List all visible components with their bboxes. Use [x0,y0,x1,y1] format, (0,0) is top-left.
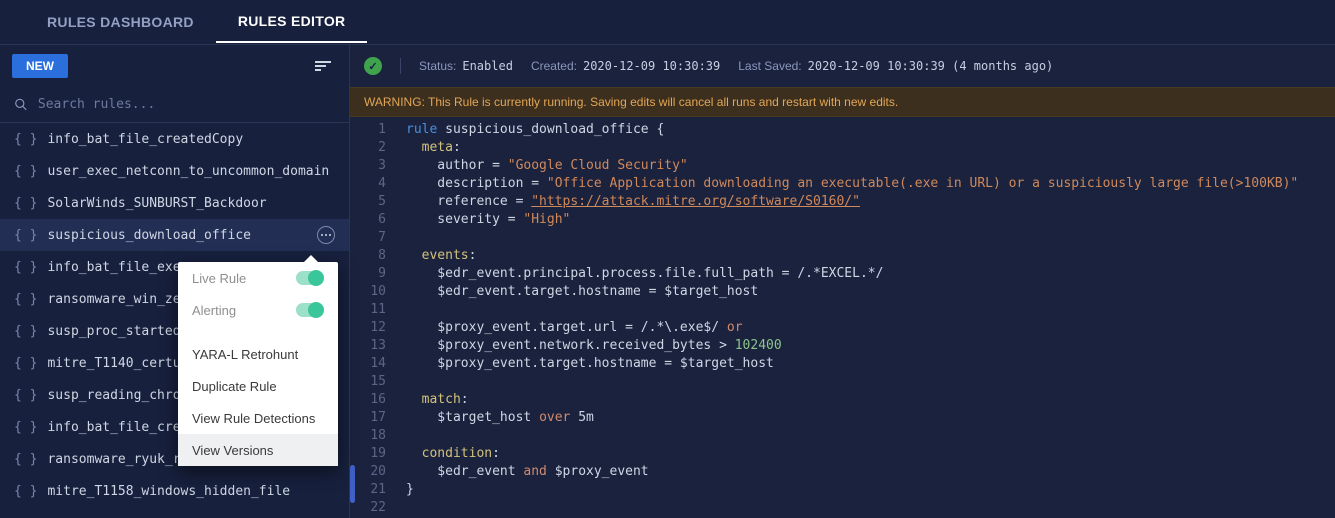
code-text[interactable]: rule suspicious_download_office { meta: … [396,121,1335,518]
saved-label: Last Saved: [738,59,801,73]
search-icon [14,97,28,112]
menu-view-detections[interactable]: View Rule Detections [178,402,338,434]
rule-item[interactable]: { } user_exec_netconn_to_uncommon_domain [0,155,349,187]
search-input[interactable] [38,97,335,112]
braces-icon: { } [14,484,37,499]
top-tab-bar: RULES DASHBOARD RULES EDITOR [0,0,1335,45]
tab-rules-dashboard[interactable]: RULES DASHBOARD [25,2,216,42]
rule-context-menu: Live Rule Alerting YARA-L Retrohunt Dupl… [178,262,338,466]
tab-rules-editor[interactable]: RULES EDITOR [216,1,368,43]
alerting-toggle[interactable] [296,303,324,317]
created-value: 2020-12-09 10:30:39 [583,59,720,73]
rule-name: SolarWinds_SUNBURST_Backdoor [47,196,266,211]
rule-name: ransomware_win_ze [47,292,180,307]
menu-retrohunt[interactable]: YARA-L Retrohunt [178,338,338,370]
menu-alerting-label: Alerting [192,303,236,318]
rule-name: mitre_T1158_windows_hidden_file [47,484,290,499]
rule-name: info_bat_file_cre [47,420,180,435]
rule-name: susp_reading_chro [47,388,180,403]
braces-icon: { } [14,132,37,147]
braces-icon: { } [14,452,37,467]
editor-pane: Status: Enabled Created: 2020-12-09 10:3… [350,45,1335,518]
status-ok-icon [364,57,382,75]
rule-name: ransomware_ryuk_r [47,452,180,467]
menu-view-versions[interactable]: View Versions [178,434,338,466]
rule-item[interactable]: { } suspicious_download_office [0,219,349,251]
code-editor[interactable]: 12345678910111213141516171819202122 rule… [350,117,1335,518]
sort-icon[interactable] [309,55,337,77]
line-gutter: 12345678910111213141516171819202122 [350,121,396,518]
rule-name: suspicious_download_office [47,228,251,243]
braces-icon: { } [14,260,37,275]
rule-menu-icon[interactable] [317,226,335,244]
scroll-handle[interactable] [350,465,355,503]
search-container [0,87,349,123]
rule-name: mitre_T1140_certu [47,356,180,371]
new-rule-button[interactable]: NEW [12,54,68,78]
warning-bar: WARNING: This Rule is currently running.… [350,87,1335,117]
rule-name: user_exec_netconn_to_uncommon_domain [47,164,329,179]
status-value: Enabled [462,59,513,73]
status-bar: Status: Enabled Created: 2020-12-09 10:3… [350,45,1335,87]
saved-value: 2020-12-09 10:30:39 (4 months ago) [808,59,1054,73]
live-rule-toggle[interactable] [296,271,324,285]
braces-icon: { } [14,164,37,179]
created-label: Created: [531,59,577,73]
braces-icon: { } [14,228,37,243]
live-rule-toggle-row[interactable]: Live Rule [178,262,338,294]
rule-name: info_bat_file_createdCopy [47,132,243,147]
braces-icon: { } [14,196,37,211]
braces-icon: { } [14,356,37,371]
rule-name: info_bat_file_exe [47,260,180,275]
rule-name: susp_proc_started [47,324,180,339]
menu-live-rule-label: Live Rule [192,271,246,286]
rule-item[interactable]: { } mitre_T1158_windows_hidden_file [0,475,349,507]
rule-item[interactable]: { } SolarWinds_SUNBURST_Backdoor [0,187,349,219]
braces-icon: { } [14,292,37,307]
alerting-toggle-row[interactable]: Alerting [178,294,338,326]
menu-duplicate[interactable]: Duplicate Rule [178,370,338,402]
braces-icon: { } [14,420,37,435]
braces-icon: { } [14,388,37,403]
status-label: Status: [419,59,456,73]
rule-item[interactable]: { } info_bat_file_createdCopy [0,123,349,155]
braces-icon: { } [14,324,37,339]
